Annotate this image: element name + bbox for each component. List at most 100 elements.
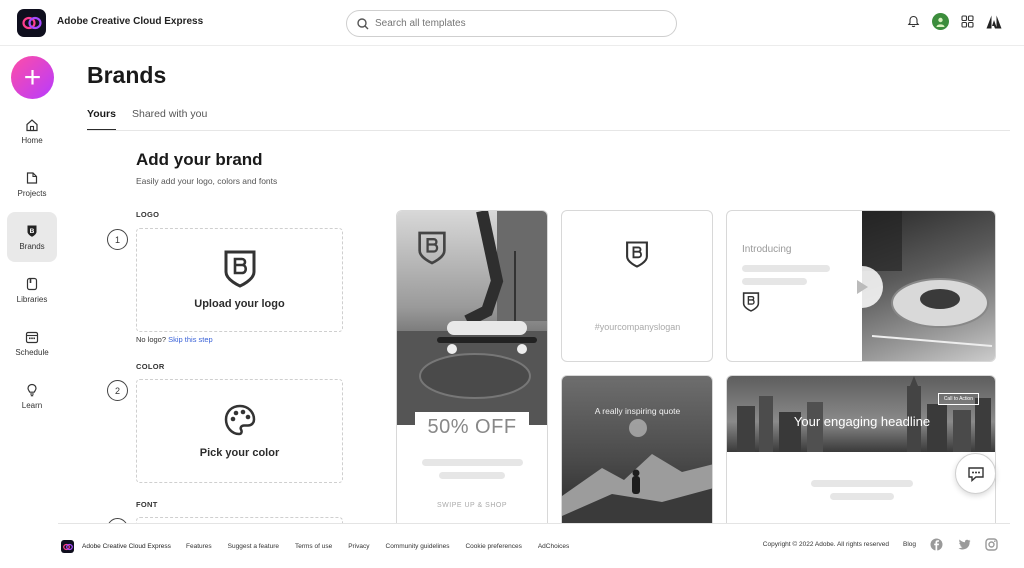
brand-shield-icon	[224, 250, 255, 288]
instagram-icon[interactable]	[985, 538, 998, 551]
footer-link-blog[interactable]: Blog	[903, 541, 916, 548]
footer-logo[interactable]	[61, 540, 74, 553]
app-title[interactable]: Adobe Creative Cloud Express	[57, 16, 203, 27]
logo-section-label: LOGO	[136, 210, 160, 219]
brand-shield-icon	[626, 241, 648, 268]
preview-card-quote[interactable]: A really inspiring quote	[561, 375, 713, 530]
avatar[interactable]	[932, 13, 949, 30]
facebook-icon[interactable]	[930, 538, 943, 551]
sidebar-item-label: Libraries	[16, 294, 48, 304]
left-nav-rail: + Home Projects B Brands Libraries Sched…	[0, 46, 64, 526]
brand-shield-icon	[418, 231, 446, 265]
sidebar-item-label: Home	[21, 135, 43, 145]
sidebar-item-libraries[interactable]: Libraries	[7, 265, 57, 315]
tab-shared-with-you[interactable]: Shared with you	[132, 108, 207, 131]
text-placeholder-bar	[742, 265, 830, 272]
cc-express-logo-icon	[21, 16, 42, 30]
offer-headline: 50% OFF	[415, 412, 529, 442]
play-icon	[857, 280, 868, 294]
sidebar-item-label: Schedule	[15, 347, 49, 357]
text-placeholder-bar	[830, 493, 894, 500]
home-icon	[26, 118, 38, 131]
text-placeholder-bar	[811, 480, 913, 487]
lightbulb-icon	[27, 383, 37, 396]
upload-logo-label: Upload your logo	[194, 298, 285, 310]
brand-tabs: Yours Shared with you	[87, 108, 207, 131]
add-brand-subtitle: Easily add your logo, colors and fonts	[136, 176, 278, 186]
slogan-text: #yourcompanyslogan	[594, 322, 681, 332]
mountain-scene-graphic	[562, 419, 712, 529]
search-input[interactable]	[375, 18, 655, 29]
palette-icon	[224, 404, 255, 436]
create-button[interactable]: +	[11, 56, 54, 99]
pick-color-dropzone[interactable]: Pick your color	[136, 379, 343, 483]
chat-help-button[interactable]	[955, 453, 996, 494]
text-placeholder-bar	[422, 459, 523, 466]
adobe-icon[interactable]	[986, 15, 1002, 29]
footer-right: Copyright © 2022 Adobe. All rights reser…	[763, 538, 998, 551]
swipe-up-text: SWIPE UP & SHOP	[437, 502, 507, 509]
footer-link-cookie-preferences[interactable]: Cookie preferences	[465, 543, 521, 550]
footer-links: Features Suggest a feature Terms of use …	[186, 543, 569, 550]
skip-step-link[interactable]: Skip this step	[168, 335, 213, 344]
page-title: Brands	[87, 62, 167, 88]
brands-icon: B	[27, 225, 37, 237]
introducing-text: Introducing	[742, 244, 792, 255]
sidebar-item-projects[interactable]: Projects	[7, 159, 57, 209]
footer-brand: Adobe Creative Cloud Express	[82, 543, 171, 550]
svg-text:B: B	[30, 228, 35, 235]
footer-link-adchoices[interactable]: AdChoices	[538, 543, 569, 550]
search-bar[interactable]	[346, 10, 677, 37]
play-button[interactable]	[841, 266, 883, 308]
projects-icon	[26, 171, 38, 184]
sidebar-item-schedule[interactable]: Schedule	[7, 318, 57, 368]
font-section-label: FONT	[136, 500, 158, 509]
quote-text: A really inspiring quote	[594, 406, 681, 416]
preview-card-headline[interactable]: Call to Action Your engaging headline	[726, 375, 996, 530]
footer-link-terms[interactable]: Terms of use	[295, 543, 332, 550]
sidebar-item-label: Projects	[17, 188, 47, 198]
add-brand-title: Add your brand	[136, 150, 263, 169]
avatar-figure-icon	[936, 17, 945, 27]
sidebar-item-learn[interactable]: Learn	[7, 371, 57, 421]
tab-yours[interactable]: Yours	[87, 108, 116, 131]
footer-link-features[interactable]: Features	[186, 543, 212, 550]
no-logo-text: No logo?	[136, 335, 167, 344]
footer-link-community-guidelines[interactable]: Community guidelines	[386, 543, 450, 550]
tabs-divider	[87, 130, 1010, 131]
footer-link-suggest-feature[interactable]: Suggest a feature	[228, 543, 279, 550]
step-1-badge: 1	[107, 229, 128, 250]
preview-card-introducing[interactable]: Introducing	[726, 210, 996, 362]
no-logo-hint: No logo? Skip this step	[136, 335, 213, 344]
upload-logo-dropzone[interactable]: Upload your logo	[136, 228, 343, 332]
bell-icon[interactable]	[907, 15, 920, 28]
footer: Adobe Creative Cloud Express Features Su…	[58, 523, 1010, 568]
header-actions	[907, 13, 1002, 30]
call-to-action-button: Call to Action	[937, 393, 979, 405]
color-section-label: COLOR	[136, 362, 165, 371]
pick-color-label: Pick your color	[199, 447, 280, 459]
skateboard-photo	[397, 211, 547, 425]
apps-grid-icon[interactable]	[961, 15, 974, 28]
sidebar-item-label: Brands	[19, 241, 45, 251]
sidebar-item-brands[interactable]: B Brands	[7, 212, 57, 262]
copyright-text: Copyright © 2022 Adobe. All rights reser…	[762, 541, 889, 548]
preview-card-sale-story[interactable]: 50% OFF SWIPE UP & SHOP	[396, 210, 548, 530]
libraries-icon	[26, 277, 38, 290]
sidebar-item-home[interactable]: Home	[7, 106, 57, 156]
footer-link-privacy[interactable]: Privacy	[348, 543, 369, 550]
creative-cloud-express-logo[interactable]	[17, 9, 46, 37]
search-icon	[357, 17, 369, 29]
sidebar-item-label: Learn	[21, 400, 43, 410]
calendar-icon	[25, 331, 39, 343]
brand-shield-icon	[742, 292, 760, 312]
step-2-badge: 2	[107, 380, 128, 401]
chat-icon	[967, 466, 984, 482]
headline-text: Your engaging headline	[793, 414, 931, 429]
text-placeholder-bar	[742, 278, 807, 285]
top-bar: Adobe Creative Cloud Express	[0, 0, 1024, 46]
twitter-icon[interactable]	[957, 539, 971, 551]
cc-express-logo-icon	[62, 543, 73, 550]
text-placeholder-bar	[439, 472, 505, 479]
preview-card-slogan[interactable]: #yourcompanyslogan	[561, 210, 713, 362]
